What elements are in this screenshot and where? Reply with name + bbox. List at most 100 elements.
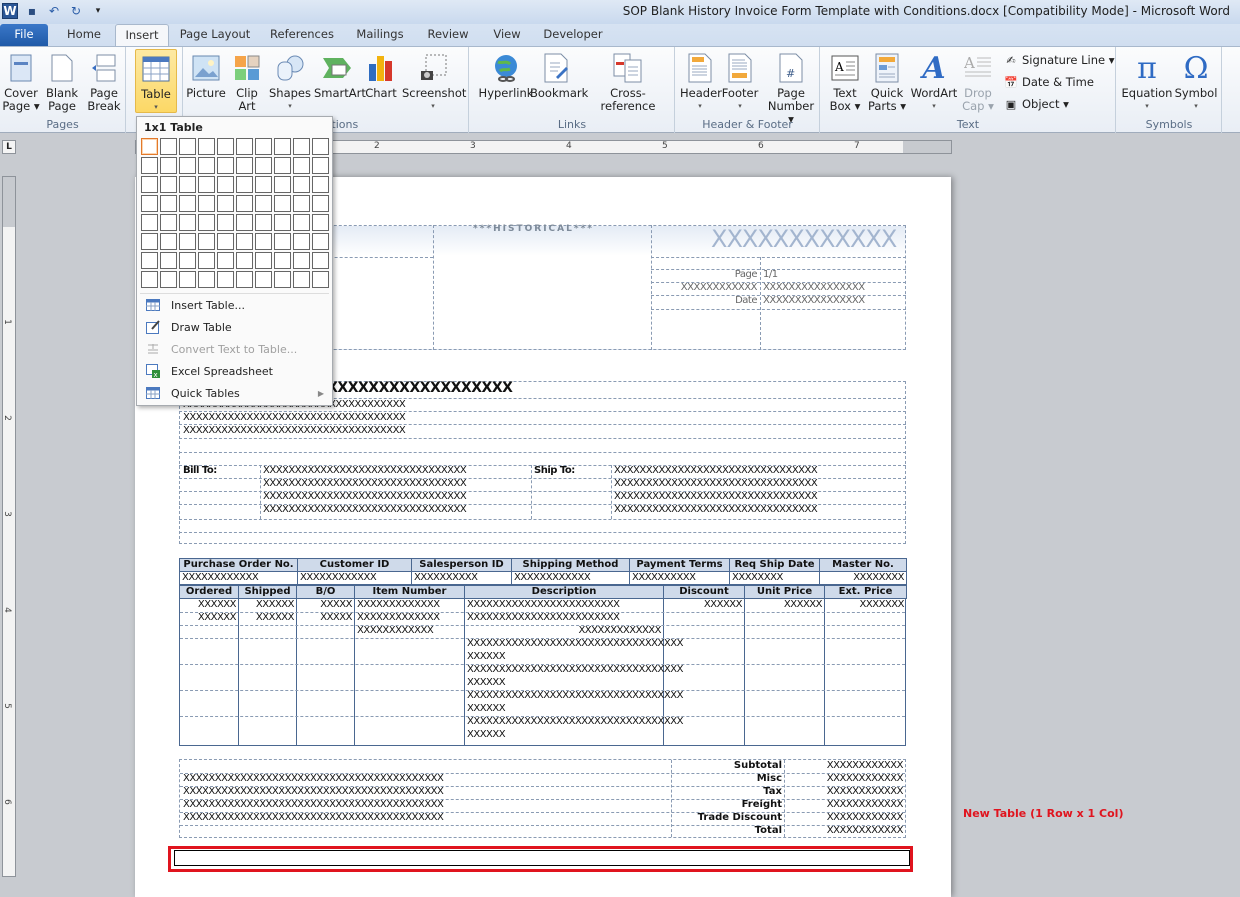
hyperlink-button[interactable]: Hyperlink	[474, 49, 538, 100]
save-icon[interactable]: ▪	[24, 3, 40, 19]
word-logo-icon[interactable]: W	[2, 3, 18, 19]
table-grid-cell[interactable]	[198, 214, 215, 231]
table-grid-cell[interactable]	[274, 233, 291, 250]
table-grid-cell[interactable]	[255, 157, 272, 174]
table-grid-cell[interactable]	[312, 195, 329, 212]
blank-page-button[interactable]: Blank Page	[44, 49, 80, 113]
table-grid-cell[interactable]	[179, 157, 196, 174]
tab-home[interactable]: Home	[58, 24, 110, 46]
table-grid-cell[interactable]	[293, 214, 310, 231]
table-grid-cell[interactable]	[141, 233, 158, 250]
page-number-button[interactable]: # Page Number ▾	[764, 49, 818, 126]
table-grid-cell[interactable]	[255, 271, 272, 288]
table-grid-cell[interactable]	[255, 252, 272, 269]
table-grid-picker[interactable]	[141, 138, 329, 288]
vertical-ruler[interactable]: 1 2 3 4 5 6	[2, 176, 16, 877]
table-grid-cell[interactable]	[179, 214, 196, 231]
tab-insert[interactable]: Insert	[115, 24, 169, 46]
object-button[interactable]: ▣ Object ▾	[1003, 96, 1069, 112]
date-time-button[interactable]: 📅 Date & Time	[1003, 74, 1094, 90]
table-grid-cell[interactable]	[141, 138, 158, 155]
table-grid-cell[interactable]	[217, 195, 234, 212]
table-grid-cell[interactable]	[217, 214, 234, 231]
table-grid-cell[interactable]	[293, 195, 310, 212]
table-grid-cell[interactable]	[236, 271, 253, 288]
menu-item-insert-table[interactable]: Insert Table...	[137, 294, 332, 316]
table-grid-cell[interactable]	[236, 214, 253, 231]
table-grid-cell[interactable]	[312, 176, 329, 193]
picture-button[interactable]: Picture	[186, 49, 226, 100]
table-grid-cell[interactable]	[179, 195, 196, 212]
table-grid-cell[interactable]	[198, 157, 215, 174]
table-grid-cell[interactable]	[198, 252, 215, 269]
signature-line-button[interactable]: ✍ Signature Line ▾	[1003, 52, 1114, 68]
table-grid-cell[interactable]	[160, 195, 177, 212]
table-grid-cell[interactable]	[293, 138, 310, 155]
table-grid-cell[interactable]	[312, 252, 329, 269]
table-grid-cell[interactable]	[274, 157, 291, 174]
table-grid-cell[interactable]	[312, 157, 329, 174]
table-grid-cell[interactable]	[255, 214, 272, 231]
wordart-button[interactable]: A WordArt ▾	[909, 49, 959, 113]
table-grid-cell[interactable]	[236, 138, 253, 155]
clip-art-button[interactable]: Clip Art	[230, 49, 264, 113]
undo-icon[interactable]: ↶	[46, 3, 62, 19]
table-grid-cell[interactable]	[274, 252, 291, 269]
table-grid-cell[interactable]	[217, 233, 234, 250]
table-grid-cell[interactable]	[179, 138, 196, 155]
table-grid-cell[interactable]	[274, 214, 291, 231]
table-grid-cell[interactable]	[236, 233, 253, 250]
table-grid-cell[interactable]	[160, 157, 177, 174]
table-grid-cell[interactable]	[179, 252, 196, 269]
table-grid-cell[interactable]	[217, 138, 234, 155]
customize-qat-icon[interactable]: ▾	[90, 3, 106, 19]
screenshot-button[interactable]: Screenshot ▾	[402, 49, 466, 113]
table-grid-cell[interactable]	[141, 195, 158, 212]
chart-button[interactable]: Chart	[364, 49, 398, 100]
table-grid-cell[interactable]	[274, 176, 291, 193]
table-grid-cell[interactable]	[141, 214, 158, 231]
menu-item-excel-spreadsheet[interactable]: x Excel Spreadsheet	[137, 360, 332, 382]
tab-file[interactable]: File	[0, 24, 48, 46]
redo-icon[interactable]: ↻	[68, 3, 84, 19]
tab-selector[interactable]: L	[2, 140, 16, 154]
cover-page-button[interactable]: Cover Page ▾	[2, 49, 40, 113]
table-grid-cell[interactable]	[198, 138, 215, 155]
table-grid-cell[interactable]	[255, 176, 272, 193]
menu-item-quick-tables[interactable]: Quick Tables ▶	[137, 382, 332, 404]
table-grid-cell[interactable]	[312, 271, 329, 288]
table-grid-cell[interactable]	[160, 214, 177, 231]
tab-page-layout[interactable]: Page Layout	[176, 24, 254, 46]
table-grid-cell[interactable]	[274, 195, 291, 212]
text-box-button[interactable]: A Text Box ▾	[825, 49, 865, 113]
table-grid-cell[interactable]	[312, 138, 329, 155]
table-grid-cell[interactable]	[255, 138, 272, 155]
tab-mailings[interactable]: Mailings	[348, 24, 412, 46]
footer-button[interactable]: Footer ▾	[720, 49, 760, 113]
table-grid-cell[interactable]	[179, 271, 196, 288]
table-grid-cell[interactable]	[236, 176, 253, 193]
table-grid-cell[interactable]	[217, 271, 234, 288]
table-grid-cell[interactable]	[160, 138, 177, 155]
table-grid-cell[interactable]	[179, 233, 196, 250]
table-grid-cell[interactable]	[217, 252, 234, 269]
table-grid-cell[interactable]	[141, 157, 158, 174]
table-grid-cell[interactable]	[198, 271, 215, 288]
table-grid-cell[interactable]	[141, 176, 158, 193]
table-grid-cell[interactable]	[255, 195, 272, 212]
table-grid-cell[interactable]	[198, 233, 215, 250]
cross-reference-button[interactable]: Cross-reference	[586, 49, 670, 113]
table-grid-cell[interactable]	[160, 271, 177, 288]
table-grid-cell[interactable]	[236, 157, 253, 174]
table-grid-cell[interactable]	[217, 157, 234, 174]
table-grid-cell[interactable]	[141, 252, 158, 269]
tab-references[interactable]: References	[262, 24, 342, 46]
tab-developer[interactable]: Developer	[540, 24, 606, 46]
quick-parts-button[interactable]: Quick Parts ▾	[867, 49, 907, 113]
table-grid-cell[interactable]	[160, 252, 177, 269]
table-grid-cell[interactable]	[179, 176, 196, 193]
table-grid-cell[interactable]	[255, 233, 272, 250]
table-grid-cell[interactable]	[217, 176, 234, 193]
shapes-button[interactable]: Shapes ▾	[268, 49, 312, 113]
table-grid-cell[interactable]	[160, 233, 177, 250]
